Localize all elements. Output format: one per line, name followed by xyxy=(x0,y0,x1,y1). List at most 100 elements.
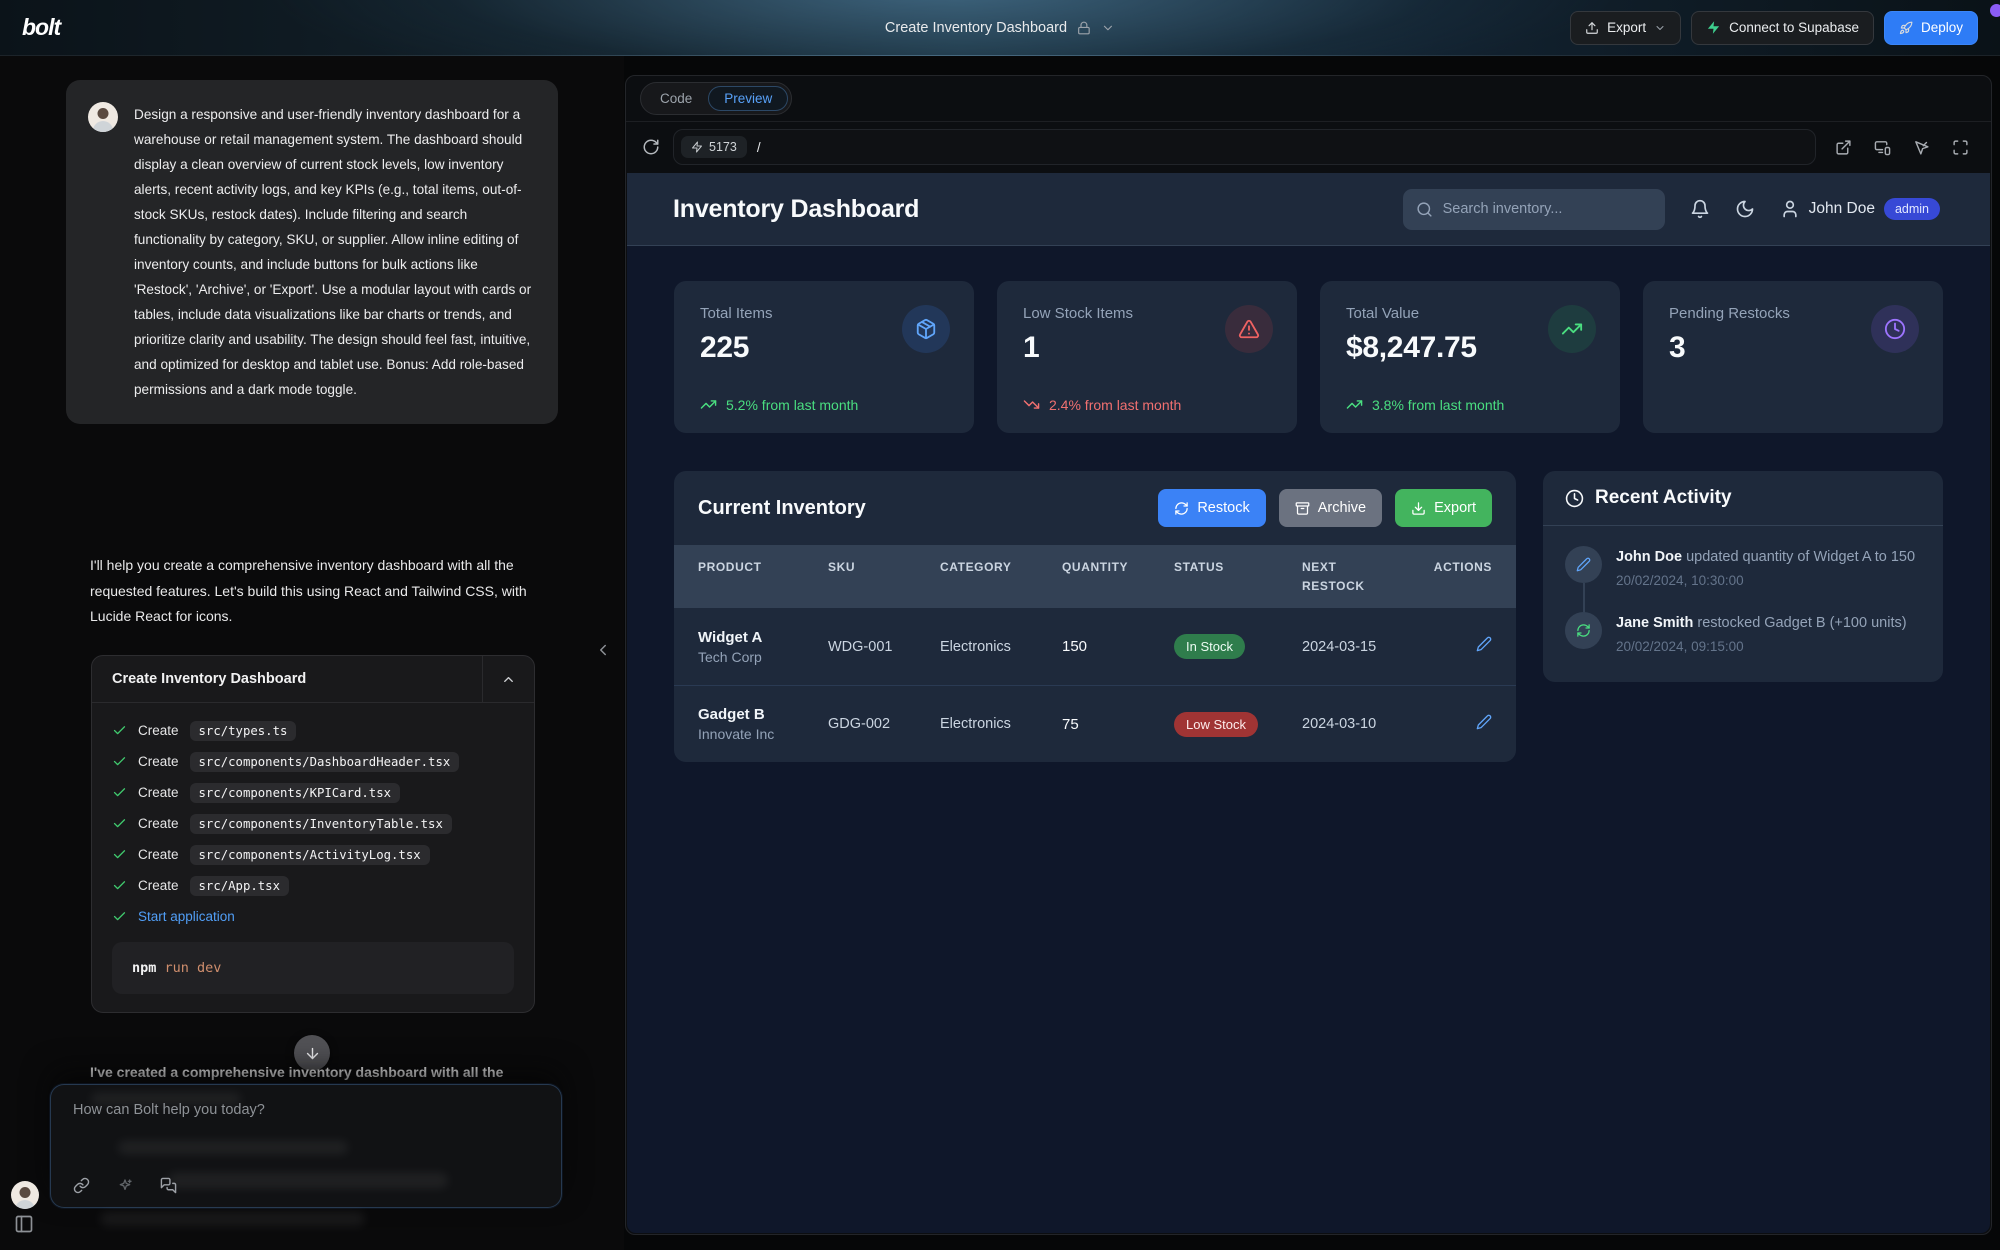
dark-mode-toggle-icon[interactable] xyxy=(1735,199,1755,219)
kpi-trend: 3.8% from last month xyxy=(1346,396,1504,413)
file-chip[interactable]: src/types.ts xyxy=(190,721,297,741)
kpi-total-value: Total Value $8,247.75 3.8% from last mon… xyxy=(1320,281,1620,433)
fullscreen-icon[interactable] xyxy=(1952,139,1969,156)
dashboard-header: Inventory Dashboard John Doe admin xyxy=(627,173,1990,246)
export-button[interactable]: Export xyxy=(1570,11,1681,45)
supabase-zap-icon xyxy=(1706,20,1721,35)
chat-panel: Design a responsive and user-friendly in… xyxy=(0,56,624,1250)
inventory-search[interactable] xyxy=(1403,189,1665,230)
collapse-chat-handle[interactable] xyxy=(594,641,612,659)
download-icon xyxy=(1411,501,1426,516)
chat-input-box[interactable] xyxy=(50,1084,562,1208)
workbench-panel: Code Preview 5173 / Inventory Dashboard xyxy=(625,75,1992,1235)
upload-icon xyxy=(1585,21,1599,35)
clock-icon xyxy=(1565,489,1584,508)
view-tabs: Code Preview xyxy=(626,76,1991,121)
user-menu[interactable]: John Doe admin xyxy=(1780,198,1940,220)
edit-pencil-icon[interactable] xyxy=(1476,714,1492,730)
role-badge: admin xyxy=(1884,198,1940,220)
status-badge: Low Stock xyxy=(1174,712,1258,737)
kpi-trend: 5.2% from last month xyxy=(700,396,858,413)
artifact-action: Create src/App.tsx xyxy=(112,874,514,897)
deploy-button[interactable]: Deploy xyxy=(1884,11,1978,45)
bolt-logo[interactable]: bolt xyxy=(22,14,60,41)
responsive-devices-icon[interactable] xyxy=(1874,139,1891,156)
artifact-collapse-button[interactable] xyxy=(482,656,534,702)
notification-dot xyxy=(1990,4,2000,17)
pencil-icon xyxy=(1565,546,1602,583)
sparkles-icon[interactable] xyxy=(117,1178,133,1194)
activity-item: John Doe updated quantity of Widget A to… xyxy=(1565,546,1921,612)
rocket-icon xyxy=(1899,21,1913,35)
export-csv-button[interactable]: Export xyxy=(1395,489,1492,527)
project-title-menu[interactable]: Create Inventory Dashboard xyxy=(885,0,1115,56)
restock-button[interactable]: Restock xyxy=(1158,489,1265,527)
dashboard-title: Inventory Dashboard xyxy=(673,195,919,224)
kpi-low-stock: Low Stock Items 1 2.4% from last month xyxy=(997,281,1297,433)
refresh-icon xyxy=(1565,612,1602,649)
product-cell: Widget A Tech Corp xyxy=(698,629,828,665)
inspector-pointer-icon[interactable] xyxy=(1913,139,1930,156)
user-message: Design a responsive and user-friendly in… xyxy=(66,80,558,424)
table-row: Gadget B Innovate Inc GDG-002 Electronic… xyxy=(674,685,1516,762)
artifact-action: Start application xyxy=(112,905,514,928)
file-chip[interactable]: src/components/KPICard.tsx xyxy=(190,783,401,803)
activity-item: Jane Smith restocked Gadget B (+100 unit… xyxy=(1565,612,1921,678)
edit-pencil-icon[interactable] xyxy=(1476,636,1492,652)
open-in-new-tab-icon[interactable] xyxy=(1835,139,1852,156)
tab-code[interactable]: Code xyxy=(644,87,708,110)
activity-title: Recent Activity xyxy=(1595,487,1732,509)
attach-link-icon[interactable] xyxy=(73,1177,90,1194)
lock-icon xyxy=(1077,21,1091,35)
check-icon xyxy=(112,785,127,800)
chevron-down-icon xyxy=(1654,22,1666,34)
artifact-action: Create src/components/KPICard.tsx xyxy=(112,781,514,804)
alert-triangle-icon xyxy=(1225,305,1273,353)
connect-supabase-button[interactable]: Connect to Supabase xyxy=(1691,11,1874,45)
check-icon xyxy=(112,816,127,831)
port-pill[interactable]: 5173 xyxy=(681,136,747,158)
product-cell: Gadget B Innovate Inc xyxy=(698,706,828,742)
file-chip[interactable]: src/App.tsx xyxy=(190,876,289,896)
trending-up-icon xyxy=(1548,305,1596,353)
preview-viewport: Inventory Dashboard John Doe admin Total… xyxy=(627,173,1990,1233)
notifications-bell-icon[interactable] xyxy=(1690,199,1710,219)
discuss-mode-icon[interactable] xyxy=(160,1177,177,1194)
trending-up-icon xyxy=(700,396,717,413)
current-inventory-panel: Current Inventory Restock Archive Exp xyxy=(674,471,1516,762)
user-avatar xyxy=(88,102,118,132)
check-icon xyxy=(112,878,127,893)
file-chip[interactable]: src/components/DashboardHeader.tsx xyxy=(190,752,460,772)
archive-button[interactable]: Archive xyxy=(1279,489,1382,527)
account-avatar[interactable] xyxy=(11,1181,39,1209)
file-chip[interactable]: src/components/InventoryTable.tsx xyxy=(190,814,452,834)
sidebar-toggle-icon[interactable] xyxy=(14,1214,34,1234)
reload-icon[interactable] xyxy=(642,138,660,156)
tab-preview[interactable]: Preview xyxy=(708,86,788,111)
address-bar[interactable]: 5173 / xyxy=(673,129,1816,165)
browser-chrome: 5173 / xyxy=(626,121,1991,172)
status-badge: In Stock xyxy=(1174,634,1245,659)
search-input[interactable] xyxy=(1443,201,1652,217)
trending-down-icon xyxy=(1023,396,1040,413)
refresh-icon xyxy=(1174,501,1189,516)
top-bar: bolt Create Inventory Dashboard Export C… xyxy=(0,0,2000,56)
archive-icon xyxy=(1295,501,1310,516)
redacted-text xyxy=(100,1212,365,1226)
artifact-action: Create src/types.ts xyxy=(112,719,514,742)
url-path: / xyxy=(757,140,761,155)
inventory-table-header: Product SKU Category Quantity Status Nex… xyxy=(674,545,1516,608)
check-icon xyxy=(112,754,127,769)
kpi-trend: 2.4% from last month xyxy=(1023,396,1181,413)
file-chip[interactable]: src/components/ActivityLog.tsx xyxy=(190,845,430,865)
check-icon xyxy=(112,847,127,862)
user-name: John Doe xyxy=(1809,200,1875,218)
trending-up-icon xyxy=(1346,396,1363,413)
artifact-action: Create src/components/DashboardHeader.ts… xyxy=(112,750,514,773)
artifact-card: Create Inventory Dashboard Create src/ty… xyxy=(91,655,535,1013)
start-application-link[interactable]: Start application xyxy=(138,909,235,924)
artifact-action: Create src/components/ActivityLog.tsx xyxy=(112,843,514,866)
redacted-text xyxy=(91,1093,241,1105)
assistant-followup-text: I've created a comprehensive inventory d… xyxy=(90,1064,556,1080)
kpi-total-items: Total Items 225 5.2% from last month xyxy=(674,281,974,433)
